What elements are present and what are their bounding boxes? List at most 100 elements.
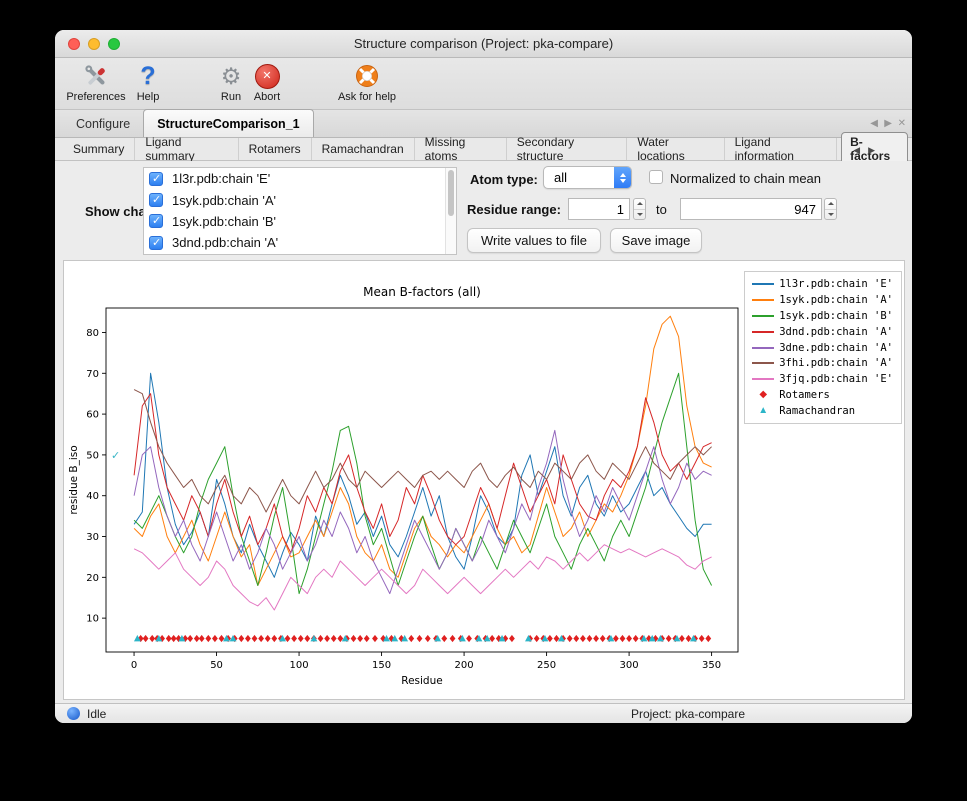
legend-label: 1syk.pdb:chain 'A' xyxy=(779,294,893,306)
residue-from-input[interactable] xyxy=(568,198,630,220)
svg-text:20: 20 xyxy=(86,573,99,584)
to-label: to xyxy=(656,202,667,217)
stepper-up-icon[interactable] xyxy=(825,199,836,210)
titlebar: Structure comparison (Project: pka-compa… xyxy=(55,30,912,58)
help-question-icon: ? xyxy=(140,61,155,91)
minimize-window-button[interactable] xyxy=(88,38,100,50)
legend-entry: 3dne.pdb:chain 'A' xyxy=(751,340,893,355)
svg-text:Mean B-factors (all): Mean B-factors (all) xyxy=(363,285,481,299)
legend-diamond-marker-icon: ◆ xyxy=(751,390,775,400)
legend-line-sample xyxy=(751,299,775,301)
legend-entry: 1syk.pdb:chain 'A' xyxy=(751,293,893,308)
status-text: Idle xyxy=(87,707,106,721)
legend-line-sample xyxy=(751,283,775,285)
checkbox-checked-icon[interactable] xyxy=(149,193,163,207)
zoom-window-button[interactable] xyxy=(108,38,120,50)
legend-entry: 3fjq.pdb:chain 'E' xyxy=(751,372,893,387)
legend-entry: 1l3r.pdb:chain 'E' xyxy=(751,277,893,292)
tab-summary[interactable]: Summary xyxy=(63,138,135,160)
legend-line-sample xyxy=(751,378,775,380)
stepper-down-icon[interactable] xyxy=(825,210,836,220)
window-title: Structure comparison (Project: pka-compa… xyxy=(55,30,912,57)
scrollbar-thumb[interactable] xyxy=(448,170,454,216)
svg-text:50: 50 xyxy=(210,660,223,671)
svg-text:250: 250 xyxy=(537,660,556,671)
svg-text:80: 80 xyxy=(86,328,99,339)
run-button[interactable]: ⚙ Run xyxy=(213,61,249,103)
legend-label: 1syk.pdb:chain 'B' xyxy=(779,310,893,322)
sub-tab-bar: ◀ ▶ SummaryLigand summaryRotamersRamacha… xyxy=(55,138,912,161)
subtab-scroll-left-icon[interactable]: ◀ xyxy=(853,145,860,156)
chain-list-item[interactable]: 1l3r.pdb:chain 'E' xyxy=(144,168,456,189)
ask-for-help-button[interactable]: Ask for help xyxy=(329,61,405,103)
chart-panel: 0501001502002503003501020304050607080Mea… xyxy=(63,260,905,700)
normalized-checkbox[interactable] xyxy=(649,170,663,184)
svg-text:150: 150 xyxy=(372,660,391,671)
tab-ramachandran[interactable]: Ramachandran xyxy=(312,138,415,160)
app-window: Structure comparison (Project: pka-compa… xyxy=(55,30,912,723)
normalized-label: Normalized to chain mean xyxy=(670,171,821,186)
residue-from-stepper[interactable] xyxy=(633,198,646,220)
residue-to-input[interactable] xyxy=(680,198,822,220)
tab-scroll-left-icon[interactable]: ◀ xyxy=(870,118,878,129)
checkbox-checked-icon[interactable] xyxy=(149,236,163,250)
write-values-button[interactable]: Write values to file xyxy=(467,228,601,253)
svg-text:300: 300 xyxy=(620,660,639,671)
stepper-up-icon[interactable] xyxy=(634,199,645,210)
atom-type-label: Atom type: xyxy=(470,172,538,187)
preferences-button[interactable]: Preferences xyxy=(63,61,129,103)
life-ring-icon xyxy=(354,61,380,91)
checkbox-checked-icon[interactable] xyxy=(149,214,163,228)
atom-type-select[interactable]: all xyxy=(543,166,632,189)
chain-list-item[interactable]: 1syk.pdb:chain 'A' xyxy=(144,189,456,210)
dropdown-arrows-icon xyxy=(614,167,631,188)
legend-label: 3fhi.pdb:chain 'A' xyxy=(779,357,893,369)
abort-button[interactable]: ✕ Abort xyxy=(247,61,287,103)
tab-rotamers[interactable]: Rotamers xyxy=(239,138,312,160)
svg-text:200: 200 xyxy=(455,660,474,671)
svg-text:70: 70 xyxy=(86,369,99,380)
legend-label: Ramachandran xyxy=(779,405,855,417)
stepper-down-icon[interactable] xyxy=(634,210,645,220)
svg-text:60: 60 xyxy=(86,410,99,421)
svg-text:30: 30 xyxy=(86,532,99,543)
legend-label: Rotamers xyxy=(779,389,830,401)
checkbox-checked-icon[interactable] xyxy=(149,172,163,186)
legend-entry: 3dnd.pdb:chain 'A' xyxy=(751,324,893,339)
plot-legend: 1l3r.pdb:chain 'E' 1syk.pdb:chain 'A' 1syk… xyxy=(744,271,902,424)
controls-panel: Show chains: 1l3r.pdb:chain 'E'1syk.pdb:… xyxy=(55,161,912,260)
legend-line-sample xyxy=(751,347,775,349)
legend-label: 3fjq.pdb:chain 'E' xyxy=(779,373,893,385)
residue-to-stepper[interactable] xyxy=(824,198,837,220)
run-label: Run xyxy=(221,91,241,103)
subtab-scroll-right-icon[interactable]: ▶ xyxy=(868,145,875,156)
svg-text:0: 0 xyxy=(131,660,137,671)
tab-close-icon[interactable]: ✕ xyxy=(898,118,906,129)
atom-type-value: all xyxy=(544,170,614,185)
svg-text:100: 100 xyxy=(290,660,309,671)
chain-label: 1syk.pdb:chain 'A' xyxy=(172,193,276,208)
chain-list-item[interactable]: 3dnd.pdb:chain 'A' xyxy=(144,232,456,253)
legend-entry: ◆ Rotamers xyxy=(751,388,893,403)
tab-secondary-structure[interactable]: Secondary structure xyxy=(507,138,628,160)
close-window-button[interactable] xyxy=(68,38,80,50)
tab-water-locations[interactable]: Water locations xyxy=(627,138,724,160)
tab-scroll-right-icon[interactable]: ▶ xyxy=(884,118,892,129)
legend-label: 3dnd.pdb:chain 'A' xyxy=(779,326,893,338)
abort-stop-icon: ✕ xyxy=(255,61,280,91)
tab-configure[interactable]: Configure xyxy=(63,110,143,137)
svg-text:10: 10 xyxy=(86,614,99,625)
chain-list-scrollbar[interactable] xyxy=(445,168,456,254)
tab-ligand-information[interactable]: Ligand information xyxy=(725,138,838,160)
chain-list-item[interactable]: 1syk.pdb:chain 'B' xyxy=(144,211,456,232)
preferences-label: Preferences xyxy=(66,91,125,103)
tab-structurecomparison-1[interactable]: StructureComparison_1 xyxy=(143,109,313,137)
help-button[interactable]: ? Help xyxy=(133,61,163,103)
save-image-button[interactable]: Save image xyxy=(610,228,702,253)
legend-line-sample xyxy=(751,315,775,317)
tab-ligand-summary[interactable]: Ligand summary xyxy=(135,138,238,160)
chain-label: 3dnd.pdb:chain 'A' xyxy=(172,235,278,250)
chain-list[interactable]: 1l3r.pdb:chain 'E' 1syk.pdb:chain 'A' 1syk… xyxy=(143,167,457,255)
tab-missing-atoms[interactable]: Missing atoms xyxy=(415,138,507,160)
svg-text:residue B_iso: residue B_iso xyxy=(68,445,80,514)
